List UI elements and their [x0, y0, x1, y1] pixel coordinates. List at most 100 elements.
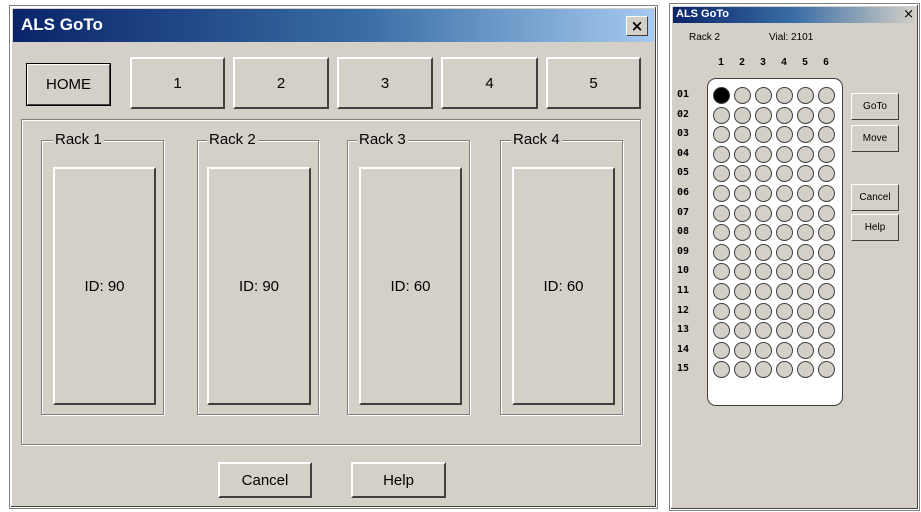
- vial-position[interactable]: [818, 302, 835, 320]
- rack-2-button[interactable]: 2: [233, 57, 329, 109]
- vial-position[interactable]: [734, 145, 751, 163]
- vial-position[interactable]: [755, 185, 772, 202]
- column-label: 4: [781, 57, 787, 68]
- row-label: 09: [677, 245, 690, 257]
- vial-position[interactable]: [818, 106, 835, 124]
- vial-position[interactable]: [755, 106, 772, 124]
- vial-position[interactable]: [797, 204, 814, 222]
- vial-position[interactable]: [713, 302, 730, 320]
- vial-position[interactable]: [818, 243, 835, 261]
- rack-5-button[interactable]: 5: [546, 57, 641, 109]
- vial-position[interactable]: [797, 302, 814, 320]
- vial-position[interactable]: [713, 283, 730, 300]
- rack-4-label: Rack 4: [511, 131, 562, 148]
- rack-4-button[interactable]: 4: [441, 57, 538, 109]
- vial-position[interactable]: [797, 185, 814, 202]
- vial-position[interactable]: [734, 243, 751, 261]
- vial-position[interactable]: [755, 243, 772, 261]
- vial-position[interactable]: [734, 204, 751, 222]
- row-label: 13: [677, 324, 690, 336]
- row-label: 12: [677, 304, 690, 316]
- vial-position[interactable]: [755, 302, 772, 320]
- row-label: 05: [677, 167, 690, 179]
- rack-3-button[interactable]: 3: [337, 57, 433, 109]
- dialog-title: ALS GoTo: [21, 15, 103, 34]
- row-label: 08: [677, 226, 690, 238]
- column-label: 5: [802, 57, 808, 68]
- vial-position[interactable]: [734, 341, 751, 359]
- rack-1-id-button[interactable]: ID: 90: [53, 167, 156, 405]
- rack-goto-dialog: ALS GoTo × HOME 1 2 3 4 5 Rack 1 ID: 90 …: [10, 6, 657, 508]
- vial-position[interactable]: [818, 341, 835, 359]
- rack-readout: Rack 2: [689, 32, 721, 43]
- vial-position[interactable]: [776, 243, 793, 261]
- vial-dialog-title: ALS GoTo: [676, 8, 729, 20]
- vial-position[interactable]: [797, 283, 814, 300]
- vial-help-button[interactable]: Help: [851, 214, 899, 241]
- vial-position[interactable]: [755, 204, 772, 222]
- vial-position[interactable]: [818, 87, 835, 104]
- help-button[interactable]: Help: [351, 462, 446, 498]
- vial-position[interactable]: [755, 283, 772, 300]
- vial-position[interactable]: [713, 341, 730, 359]
- vial-close-icon[interactable]: ×: [903, 7, 914, 22]
- vial-position[interactable]: [797, 106, 814, 124]
- rack-1-label: Rack 1: [53, 131, 104, 148]
- vial-position[interactable]: [797, 341, 814, 359]
- row-label: 06: [677, 187, 690, 198]
- vial-position[interactable]: [818, 204, 835, 222]
- vial-position[interactable]: [776, 145, 793, 163]
- vial-position[interactable]: [755, 145, 772, 163]
- vial-position[interactable]: [713, 204, 730, 222]
- vial-position[interactable]: [713, 145, 730, 163]
- cancel-button[interactable]: Cancel: [218, 462, 312, 498]
- column-label: 6: [823, 57, 829, 68]
- rack-3-id: ID: 60: [390, 277, 431, 295]
- title-bar[interactable]: ALS GoTo ×: [13, 9, 654, 42]
- rack-4-id-button[interactable]: ID: 60: [512, 167, 615, 405]
- vial-position[interactable]: [818, 185, 835, 202]
- vial-position[interactable]: [713, 243, 730, 261]
- goto-button[interactable]: GoTo: [851, 93, 899, 120]
- vial-position[interactable]: [818, 283, 835, 300]
- close-icon[interactable]: ×: [626, 16, 648, 36]
- rack-3-label: Rack 3: [357, 131, 408, 148]
- column-label: 1: [718, 57, 724, 68]
- vial-position[interactable]: [713, 106, 730, 124]
- move-button[interactable]: Move: [851, 125, 899, 152]
- vial-position[interactable]: [734, 87, 751, 104]
- vial-title-bar[interactable]: ALS GoTo ×: [673, 7, 916, 23]
- rack-3-id-button[interactable]: ID: 60: [359, 167, 462, 405]
- vial-position[interactable]: [776, 204, 793, 222]
- row-label: 11: [677, 285, 690, 296]
- row-label: 02: [677, 108, 690, 120]
- vial-position[interactable]: [818, 145, 835, 163]
- vial-position[interactable]: [713, 185, 730, 202]
- vial-position[interactable]: [755, 341, 772, 359]
- vial-position[interactable]: [776, 341, 793, 359]
- vial-readout: Vial: 2101: [769, 32, 814, 43]
- vial-position[interactable]: [797, 243, 814, 261]
- vial-position[interactable]: [797, 87, 814, 104]
- vial-position[interactable]: [713, 87, 730, 104]
- rack-1-id: ID: 90: [84, 277, 125, 295]
- vial-position[interactable]: [776, 87, 793, 104]
- home-button[interactable]: HOME: [26, 63, 111, 106]
- vial-position[interactable]: [734, 302, 751, 320]
- vial-position[interactable]: [734, 185, 751, 202]
- vial-position[interactable]: [734, 283, 751, 300]
- row-label: 01: [677, 89, 690, 100]
- vial-position[interactable]: [776, 185, 793, 202]
- row-label: 15: [677, 363, 690, 375]
- rack-1-button[interactable]: 1: [130, 57, 225, 109]
- vial-position[interactable]: [797, 145, 814, 163]
- vial-position[interactable]: [776, 302, 793, 320]
- vial-position[interactable]: [776, 106, 793, 124]
- row-label: 10: [677, 265, 690, 277]
- column-label: 2: [739, 57, 745, 68]
- vial-cancel-button[interactable]: Cancel: [851, 184, 899, 211]
- vial-position[interactable]: [734, 106, 751, 124]
- vial-position[interactable]: [755, 87, 772, 104]
- rack-2-id-button[interactable]: ID: 90: [207, 167, 311, 405]
- vial-position[interactable]: [776, 283, 793, 300]
